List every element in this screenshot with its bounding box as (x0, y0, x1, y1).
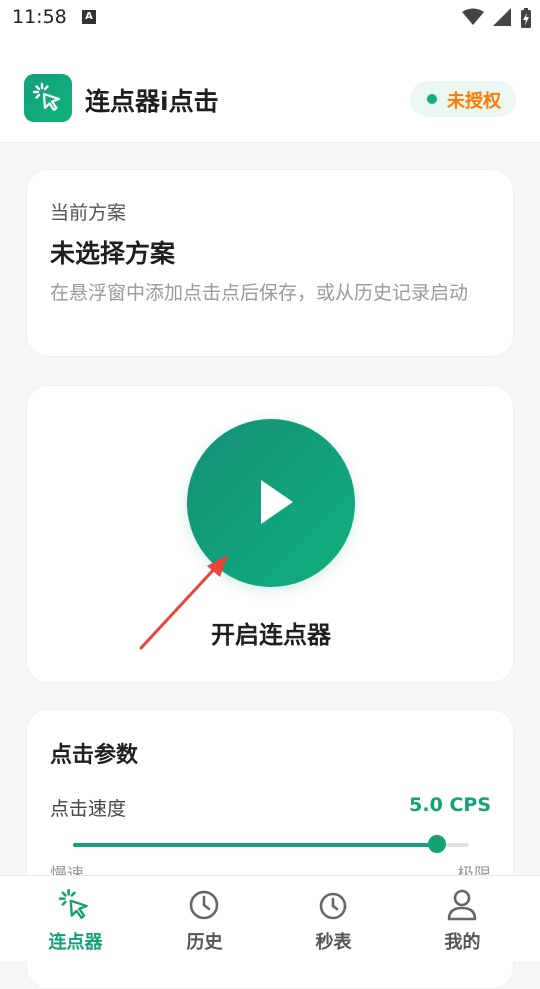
license-status-text: 未授权 (447, 91, 501, 112)
bottom-nav: 连点器 历史 秒表 我的 (0, 875, 540, 961)
current-scheme-card[interactable]: 当前方案 未选择方案 在悬浮窗中添加点击点后保存，或从历史记录启动 (26, 169, 514, 357)
nav-label: 连点器 (48, 932, 103, 953)
cursor-click-icon (32, 82, 61, 112)
nav-label: 我的 (444, 932, 481, 953)
scheme-hint: 在悬浮窗中添加点击点后保存，或从历史记录启动 (50, 282, 469, 304)
scheme-name: 未选择方案 (50, 239, 176, 268)
nav-label: 秒表 (315, 932, 352, 953)
license-status-badge[interactable]: 未授权 (410, 81, 516, 117)
nav-item-history[interactable]: 历史 (137, 876, 272, 961)
speed-value: 5.0 CPS (409, 794, 491, 816)
cursor-click-icon (58, 888, 88, 919)
signal-icon (492, 8, 511, 26)
status-dot-icon (427, 94, 437, 104)
stopwatch-icon (319, 892, 347, 920)
start-card: 开启连点器 (26, 385, 514, 683)
nav-item-stopwatch[interactable]: 秒表 (266, 876, 401, 961)
start-clicker-button[interactable] (187, 419, 355, 587)
status-icons (458, 8, 532, 28)
user-icon (447, 889, 477, 921)
slider-fill (73, 843, 438, 847)
clock-icon (189, 890, 219, 920)
notification-a-icon: A (82, 10, 96, 24)
nav-label: 历史 (186, 932, 223, 953)
play-icon (261, 480, 293, 524)
start-clicker-label[interactable]: 开启连点器 (27, 615, 515, 650)
speed-slider[interactable] (73, 835, 469, 853)
battery-icon (521, 8, 531, 28)
status-bar: 11:58 A (0, 0, 540, 36)
app-header: 连点器i点击 未授权 (0, 36, 540, 143)
slider-thumb[interactable] (428, 835, 447, 853)
params-title: 点击参数 (50, 743, 139, 768)
speed-label: 点击速度 (50, 798, 127, 820)
status-time: 11:58 (12, 6, 67, 28)
app-title: 连点器i点击 (85, 87, 219, 116)
nav-item-clicker[interactable]: 连点器 (8, 876, 143, 961)
wifi-icon (461, 8, 484, 25)
nav-item-profile[interactable]: 我的 (395, 876, 530, 961)
scheme-label: 当前方案 (50, 202, 127, 224)
app-logo (24, 74, 72, 122)
